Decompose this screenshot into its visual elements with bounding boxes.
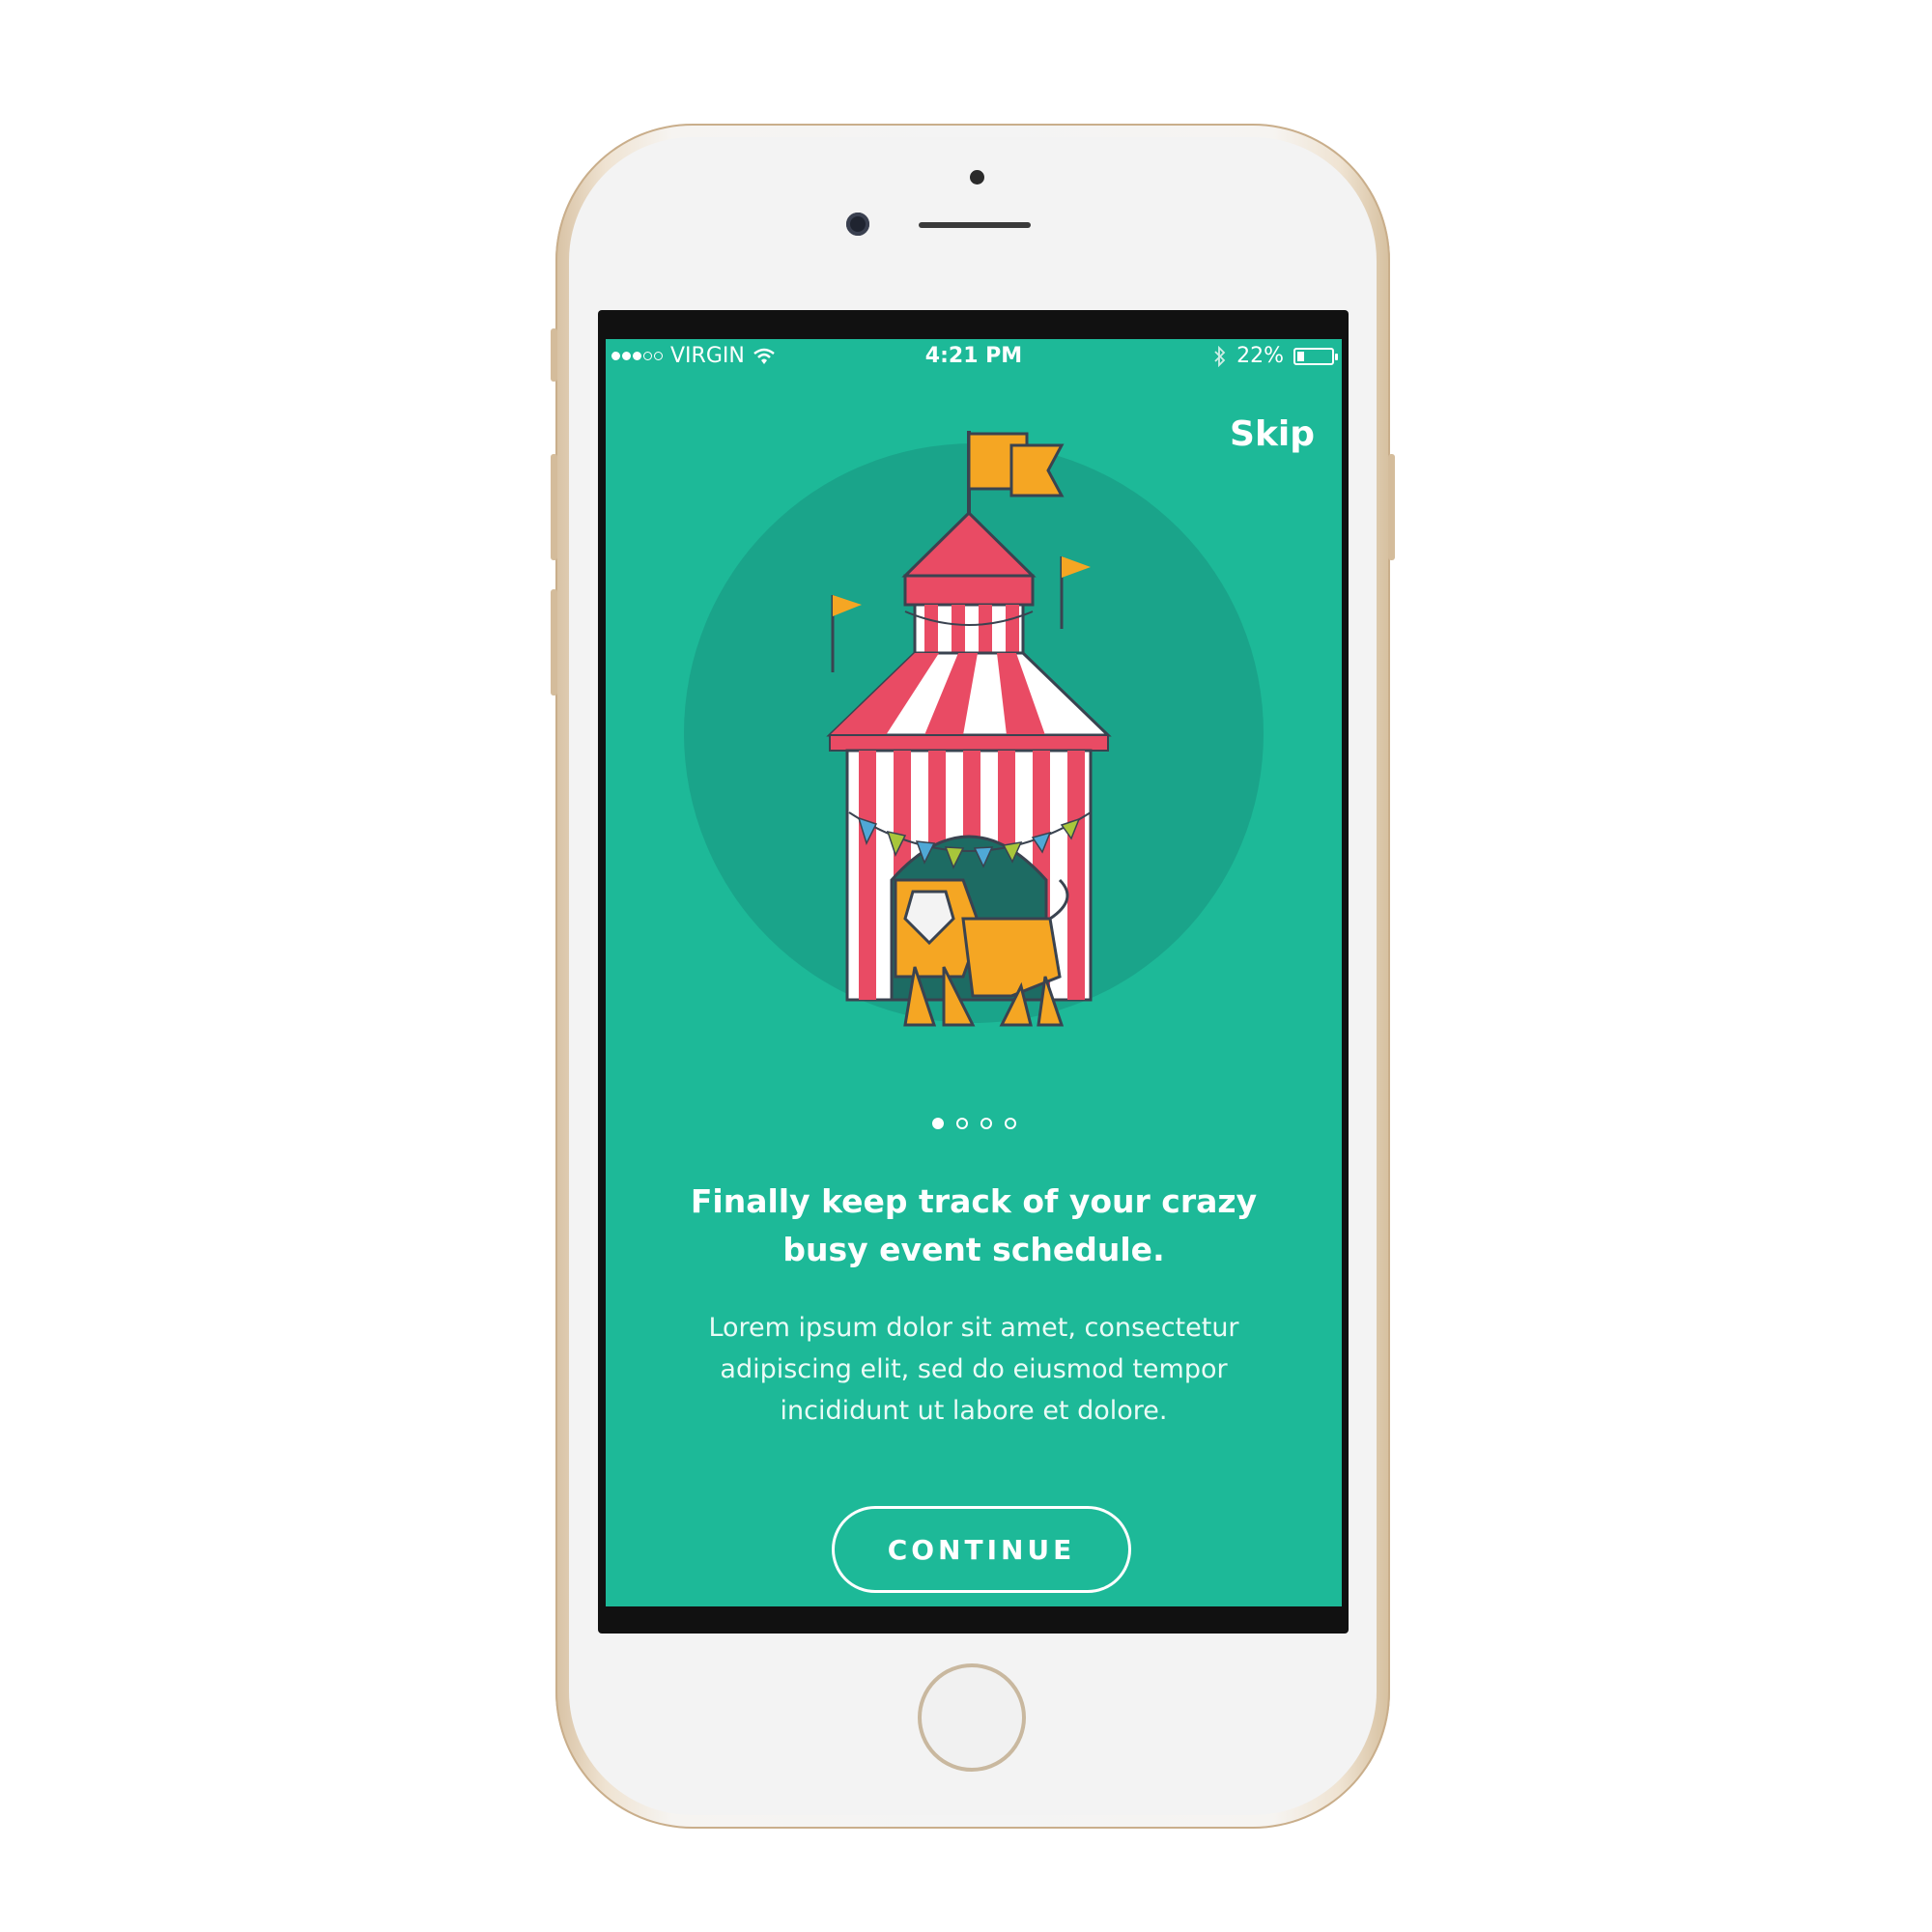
volume-up-button — [551, 454, 557, 560]
power-button — [1388, 454, 1395, 560]
onboarding-headline: Finally keep track of your crazy busy ev… — [690, 1182, 1258, 1268]
page-dot[interactable] — [1004, 1118, 1016, 1129]
proximity-sensor — [970, 170, 984, 185]
page-dot[interactable] — [955, 1118, 968, 1129]
volume-down-button — [551, 589, 557, 696]
earpiece-speaker — [919, 222, 1031, 228]
continue-button[interactable]: CONTINUE — [832, 1506, 1131, 1593]
circus-tent-illustration — [684, 431, 1264, 1027]
home-button[interactable] — [918, 1663, 1026, 1772]
mute-switch — [551, 328, 557, 382]
page-dot[interactable] — [980, 1118, 992, 1129]
front-camera — [846, 213, 869, 236]
page-indicator[interactable] — [606, 1118, 1342, 1129]
page-dot[interactable] — [931, 1118, 944, 1129]
onboarding-screen: VIRGIN 4:21 PM 22% Skip Finally keep tra… — [606, 339, 1342, 1606]
onboarding-description: Lorem ipsum dolor sit amet, consectetur … — [708, 1313, 1239, 1426]
